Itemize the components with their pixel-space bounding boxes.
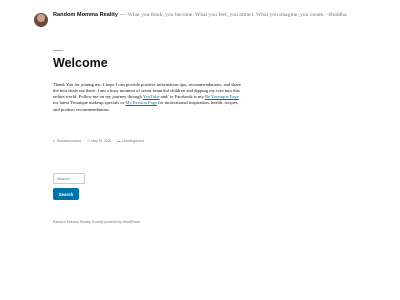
search-input[interactable]: Search … bbox=[53, 173, 85, 184]
post-title: Welcome bbox=[53, 56, 108, 71]
site-logo-avatar[interactable] bbox=[34, 13, 48, 27]
post-text-2: and/ or Facebook is my bbox=[159, 94, 205, 100]
be-younique-page-link[interactable]: Be Younique Page bbox=[205, 94, 239, 99]
search-placeholder: Search … bbox=[57, 176, 75, 181]
folder-icon: ▬ bbox=[117, 139, 121, 143]
post-author-link[interactable]: Randommomma bbox=[57, 139, 81, 143]
title-divider bbox=[53, 50, 63, 52]
search-button[interactable]: Search bbox=[53, 188, 79, 200]
post-meta: ● Randommomma ◷ May 16, 2020 ▬ Uncategor… bbox=[53, 139, 144, 143]
post-date: ◷ May 16, 2020 bbox=[87, 139, 111, 143]
youtube-link[interactable]: YouTube bbox=[143, 94, 160, 99]
site-branding: Random Momma Reality — What you think, you… bbox=[53, 12, 346, 19]
clock-icon: ◷ bbox=[86, 139, 90, 143]
post-content: Thank You for joining me. I hope I can p… bbox=[53, 82, 243, 112]
site-title[interactable]: Random Momma Reality bbox=[53, 12, 118, 18]
search-widget: Search … Search bbox=[53, 173, 85, 200]
footer-text[interactable]: Random Momma Reality, Proudly powered by… bbox=[53, 220, 141, 224]
post-text-3: for latest Younique makeup specials or bbox=[53, 100, 126, 106]
person-icon: ● bbox=[53, 139, 56, 143]
post-category-link[interactable]: Uncategorized bbox=[122, 139, 143, 143]
post-article: Welcome Thank You for joining me. I hope… bbox=[53, 50, 243, 113]
title-separator: — bbox=[119, 12, 126, 18]
post-author: ● Randommomma bbox=[53, 139, 81, 143]
my-passion-page-link[interactable]: My Passion Page bbox=[125, 100, 157, 105]
post-date-link[interactable]: May 16, 2020 bbox=[91, 139, 111, 143]
site-footer: Random Momma Reality, Proudly powered by… bbox=[53, 220, 141, 224]
site-tagline: What you think, you become. What you fee… bbox=[127, 12, 347, 18]
site-header: Random Momma Reality — What you think, you… bbox=[34, 12, 364, 27]
post-category: ▬ Uncategorized bbox=[117, 139, 143, 143]
